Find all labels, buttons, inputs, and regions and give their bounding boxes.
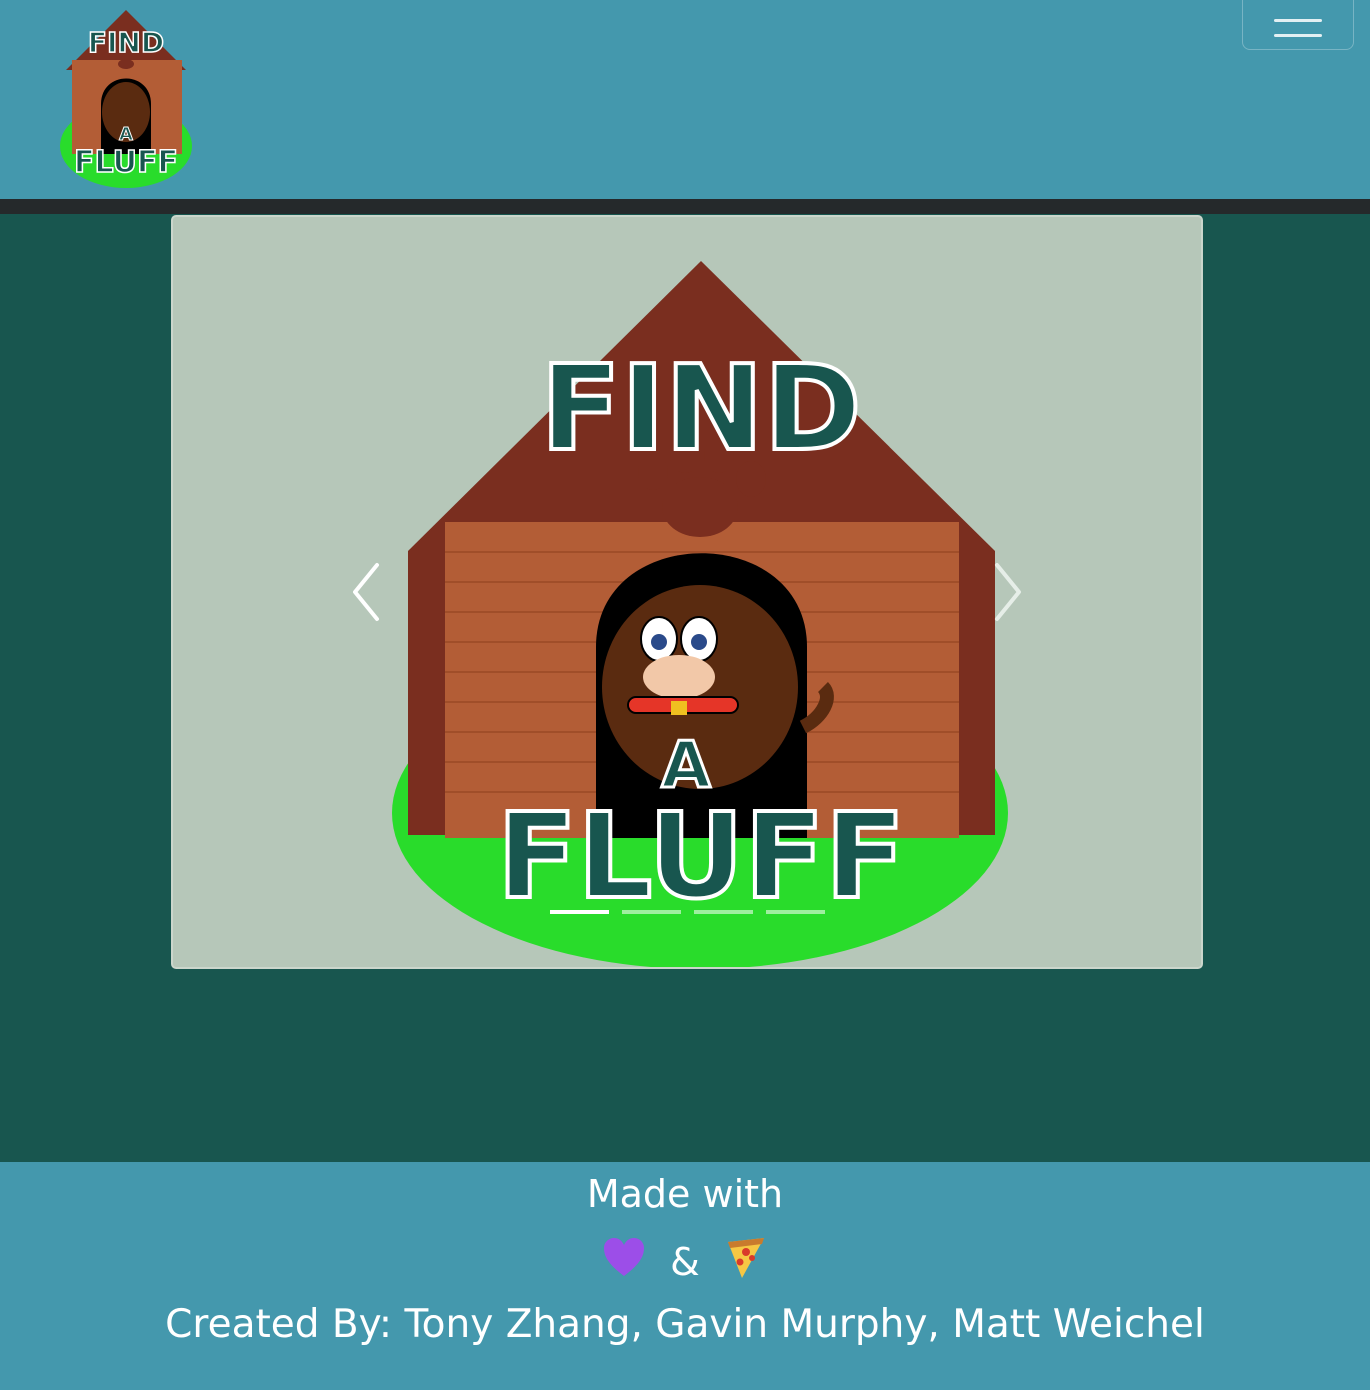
navbar: FIND A FLUFF [0,0,1370,199]
made-with-text: Made with [586,1172,784,1216]
pizza-icon [724,1234,768,1289]
carousel-indicator-1[interactable] [550,910,609,914]
menu-toggle-button[interactable] [1242,0,1354,50]
svg-text:FLUFF: FLUFF [497,787,906,925]
chevron-right-icon [995,563,1021,621]
made-with-icons: & [0,1234,1370,1289]
carousel-next-button[interactable] [985,557,1029,627]
svg-text:FIND: FIND [540,339,861,477]
purple-heart-icon [602,1236,646,1287]
footer: Made with & Created By: Tony Zhang, Gavi… [0,1162,1370,1390]
svg-text:FIND: FIND [88,26,164,59]
ampersand-text: & [670,1239,700,1284]
hero-carousel[interactable]: FIND A FLUFF [171,215,1203,969]
carousel-indicator-3[interactable] [694,910,753,914]
logo-icon: FIND A FLUFF [60,10,192,188]
svg-text:A: A [119,124,133,145]
brand-logo[interactable]: FIND A FLUFF [56,0,196,192]
carousel-prev-button[interactable] [345,557,389,627]
main-content: FIND A FLUFF [0,214,1370,1162]
svg-text:FLUFF: FLUFF [74,145,178,180]
credits-text: Created By: Tony Zhang, Gavin Murphy, Ma… [165,1302,1205,1347]
carousel-indicator-4[interactable] [766,910,825,914]
carousel-indicator-2[interactable] [622,910,681,914]
hamburger-icon [1274,34,1322,37]
find-a-fluff-logo-image: FIND A FLUFF [392,261,1008,967]
chevron-left-icon [353,563,379,621]
navbar-divider [0,199,1370,214]
hamburger-icon [1274,19,1322,22]
